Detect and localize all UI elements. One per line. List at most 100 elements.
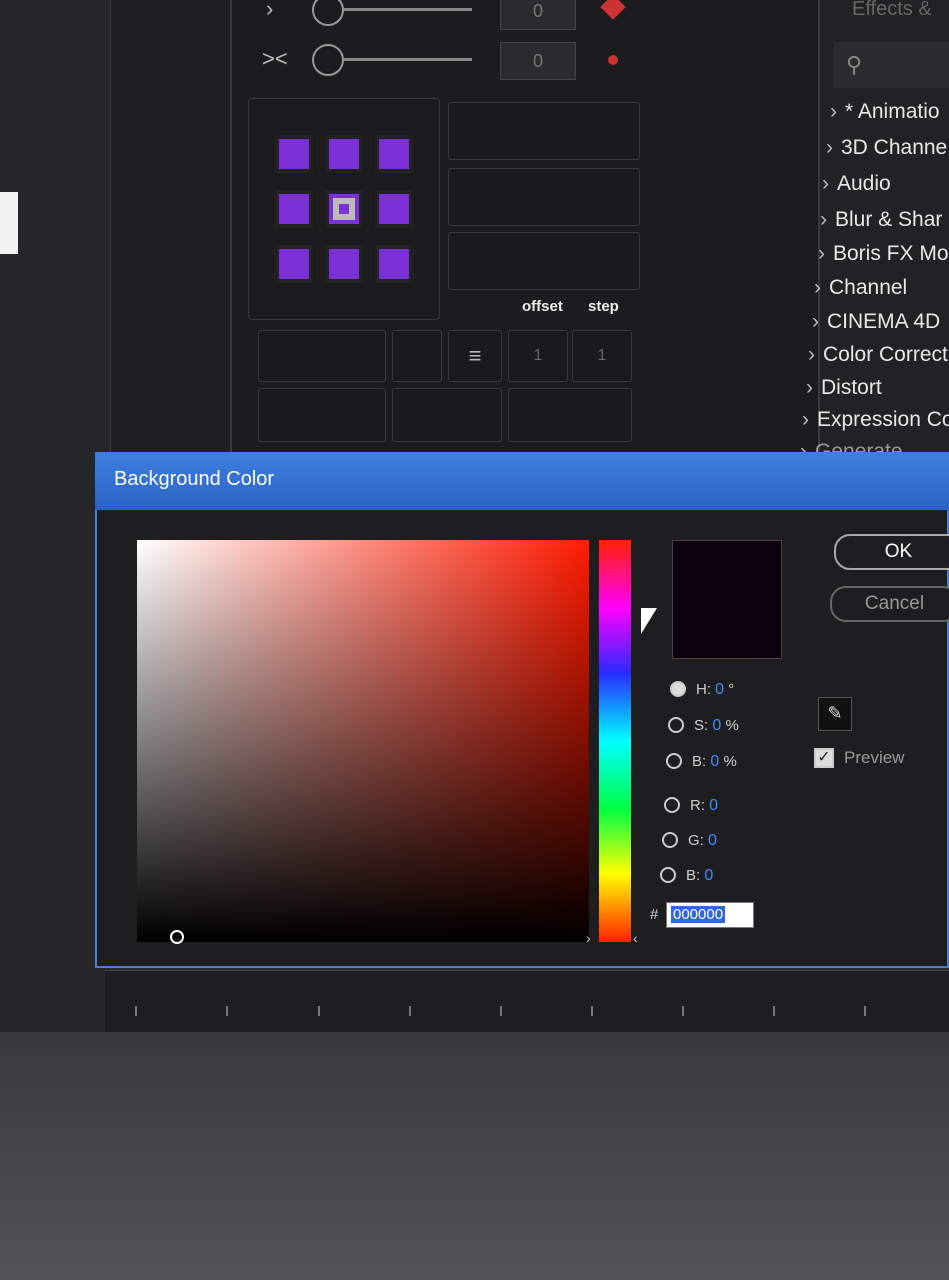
chevron-right-icon: › <box>808 343 815 366</box>
step-field[interactable]: 1 <box>572 330 632 382</box>
hue-field[interactable]: H: 0 ° <box>696 681 734 699</box>
ruler-tick <box>226 1006 228 1016</box>
cancel-button[interactable]: Cancel <box>830 586 949 622</box>
saturation-field[interactable]: S: 0 % <box>694 717 739 735</box>
blue-value[interactable]: 0 <box>704 867 713 884</box>
saturation-value[interactable]: 0 <box>712 717 721 734</box>
saturation-radio[interactable] <box>668 717 684 733</box>
effects-category[interactable]: › Audio <box>822 172 891 196</box>
option-box[interactable] <box>258 330 386 382</box>
blue-radio[interactable] <box>660 867 676 883</box>
collapse-icon[interactable]: >< <box>262 46 288 72</box>
hue-unit: ° <box>728 681 735 698</box>
grid-cell[interactable] <box>375 135 413 173</box>
saturation-unit: % <box>725 717 739 734</box>
ruler-tick <box>500 1006 502 1016</box>
grid-cell-center[interactable] <box>325 190 363 228</box>
value-field[interactable]: 0 <box>500 42 576 80</box>
keyframe-dot-icon[interactable] <box>608 55 618 65</box>
brightness-value[interactable]: 0 <box>710 753 719 770</box>
effects-category[interactable]: › Blur & Shar <box>820 208 942 232</box>
red-field[interactable]: R: 0 <box>690 797 718 815</box>
dialog-title: Background Color <box>114 468 275 490</box>
brightness-field[interactable]: B: 0 % <box>692 753 737 771</box>
chevron-right-icon: › <box>818 242 825 265</box>
hue-slider[interactable] <box>599 540 631 942</box>
align-icon[interactable]: ≡ <box>448 330 502 382</box>
chevron-right-icon: › <box>814 276 821 299</box>
red-value[interactable]: 0 <box>709 797 718 814</box>
color-field-marker[interactable] <box>170 930 184 944</box>
brightness-label: B: <box>692 753 707 770</box>
grid-cell[interactable] <box>325 245 363 283</box>
option-box[interactable] <box>508 388 632 442</box>
grid-cell[interactable] <box>375 190 413 228</box>
slider-track[interactable] <box>344 8 472 11</box>
red-label: R: <box>690 797 705 814</box>
effects-category[interactable]: › Channel <box>814 276 907 300</box>
chevron-right-icon[interactable]: › <box>266 0 273 22</box>
ruler-tick <box>864 1006 866 1016</box>
slider-knob[interactable] <box>312 44 344 76</box>
ruler-tick <box>591 1006 593 1016</box>
effects-category[interactable]: › Boris FX Mo <box>818 242 949 266</box>
green-radio[interactable] <box>662 832 678 848</box>
effects-category[interactable]: › Color Correct <box>808 343 948 367</box>
desk-area <box>0 1032 949 1280</box>
option-box[interactable] <box>392 388 502 442</box>
offset-field[interactable]: 1 <box>508 330 568 382</box>
chevron-right-icon: › <box>826 136 833 159</box>
ruler-tick <box>135 1006 137 1016</box>
grid-cell[interactable] <box>275 190 313 228</box>
effects-category[interactable]: › * Animatio <box>830 100 940 124</box>
grid-cell[interactable] <box>275 135 313 173</box>
color-field[interactable] <box>137 540 589 942</box>
effects-category[interactable]: › CINEMA 4D <box>812 310 940 334</box>
green-field[interactable]: G: 0 <box>688 832 717 850</box>
hex-input[interactable]: 000000 <box>666 902 754 928</box>
value-field[interactable]: 0 <box>500 0 576 30</box>
preview-checkbox[interactable]: ✓ <box>814 748 834 768</box>
chevron-right-icon: › <box>812 310 819 333</box>
option-box[interactable] <box>258 388 386 442</box>
left-panel-tab[interactable] <box>0 192 18 254</box>
option-box[interactable] <box>448 168 640 226</box>
brightness-unit: % <box>723 753 737 770</box>
red-radio[interactable] <box>664 797 680 813</box>
ruler-tick <box>409 1006 411 1016</box>
saturation-label: S: <box>694 717 709 734</box>
chevron-right-icon: › <box>802 408 809 431</box>
chevron-right-icon: › <box>822 172 829 195</box>
offset-label: offset <box>522 298 563 315</box>
hue-slider-arrow-right-icon[interactable]: ‹ <box>633 930 638 946</box>
slider-track[interactable] <box>344 58 472 61</box>
effects-category[interactable]: › Expression Co <box>802 408 949 432</box>
effects-category[interactable]: › Distort <box>806 376 882 400</box>
green-value[interactable]: 0 <box>708 832 717 849</box>
step-label: step <box>588 298 619 315</box>
chevron-right-icon: › <box>830 100 837 123</box>
brightness-radio[interactable] <box>666 753 682 769</box>
timeline-ruler[interactable] <box>105 970 949 1033</box>
option-box[interactable] <box>448 102 640 160</box>
hue-value[interactable]: 0 <box>715 681 724 698</box>
grid-cell[interactable] <box>375 245 413 283</box>
grid-cell[interactable] <box>325 135 363 173</box>
eyedropper-icon[interactable]: ✎ <box>818 697 852 731</box>
chevron-right-icon: › <box>820 208 827 231</box>
ruler-tick <box>682 1006 684 1016</box>
divider-button[interactable] <box>392 330 442 382</box>
hex-hash-label: # <box>650 906 659 923</box>
blue-field[interactable]: B: 0 <box>686 867 713 885</box>
chevron-right-icon: › <box>806 376 813 399</box>
hue-label: H: <box>696 681 711 698</box>
option-box[interactable] <box>448 232 640 290</box>
ok-button[interactable]: OK <box>834 534 949 570</box>
ruler-tick <box>318 1006 320 1016</box>
search-icon: ⚲ <box>846 52 863 77</box>
grid-cell[interactable] <box>275 245 313 283</box>
hue-slider-arrow-left-icon[interactable]: › <box>586 930 591 946</box>
hue-radio[interactable] <box>670 681 686 697</box>
effects-category[interactable]: › 3D Channe <box>826 136 947 160</box>
green-label: G: <box>688 832 704 849</box>
